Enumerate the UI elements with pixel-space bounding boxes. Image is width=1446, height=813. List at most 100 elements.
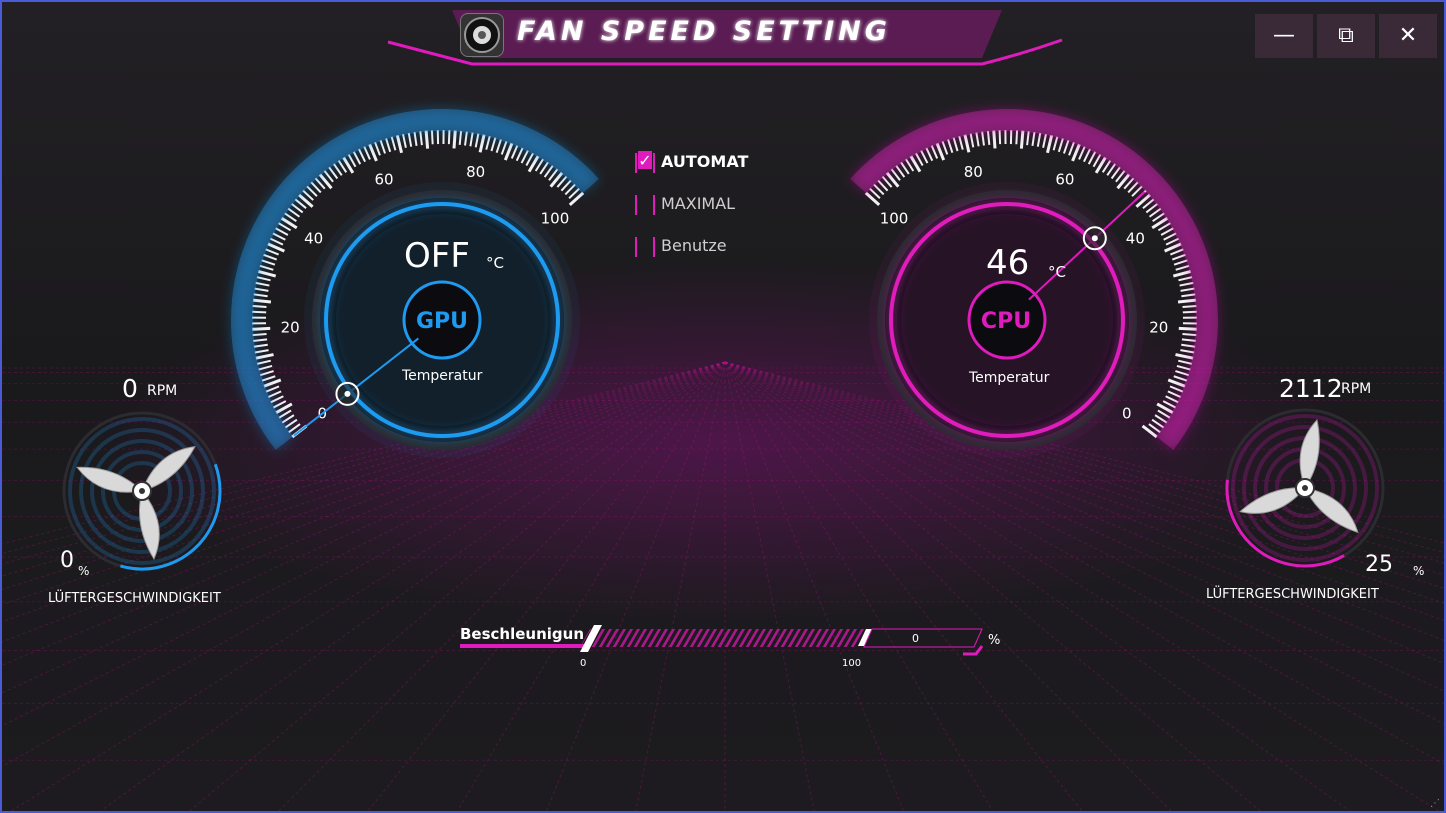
gpu-tick: [478, 134, 486, 153]
gpu-tick: [275, 227, 289, 236]
cpu-tick: [935, 142, 946, 161]
left-fan-rpm-value: 0: [122, 374, 138, 403]
cpu-tick: [1083, 148, 1091, 163]
cpu-tick: [1169, 385, 1184, 393]
cpu-tick: [1019, 130, 1025, 149]
cpu-tick: [1015, 130, 1019, 145]
gpu-tick: [256, 359, 271, 365]
resize-grip-icon[interactable]: ⋰: [1430, 798, 1442, 810]
gpu-tick: [490, 137, 497, 152]
cpu-caption: Temperatur: [969, 370, 1050, 386]
acceleration-value[interactable]: 0: [912, 632, 919, 645]
cpu-tick: [958, 135, 964, 150]
cpu-tick: [900, 161, 910, 175]
cpu-tick: [1165, 237, 1180, 246]
gpu-tick-label: 20: [281, 318, 300, 336]
gpu-tick-label: 60: [375, 170, 394, 188]
gpu-tick: [500, 140, 508, 155]
gpu-tick: [272, 400, 287, 409]
gpu-tick: [485, 135, 491, 150]
cpu-tick: [1182, 304, 1197, 308]
left-fan-percent-unit: %: [78, 564, 90, 578]
cpu-tick-label: 80: [964, 163, 983, 181]
gpu-tick: [255, 281, 270, 287]
acceleration-min: 0: [580, 658, 587, 669]
gpu-tick: [469, 132, 474, 147]
gpu-tick: [254, 287, 269, 292]
cpu-tick-label: 20: [1149, 318, 1168, 336]
gpu-tick: [352, 151, 362, 165]
cpu-tick: [981, 131, 985, 146]
cpu-tick: [1160, 227, 1174, 236]
gpu-tick: [252, 326, 271, 331]
gpu-tick-label: 40: [304, 230, 323, 248]
right-fan-caption: LÜFTERGESCHWINDIGKEIT: [1206, 587, 1379, 602]
cpu-tick: [1167, 390, 1182, 398]
cpu-tick: [1176, 364, 1191, 371]
checkbox-icon[interactable]: [635, 236, 655, 257]
cpu-tick: [1042, 133, 1047, 148]
cpu-tick: [1180, 287, 1195, 292]
right-fan-rpm-value: 2112: [1279, 374, 1343, 403]
cpu-tick: [1180, 349, 1195, 354]
left-fan-rpm-unit: RPM: [147, 383, 178, 399]
cpu-tick: [1162, 400, 1177, 409]
cpu-tick: [1078, 146, 1086, 160]
gpu-tick: [259, 370, 274, 377]
gpu-tick: [272, 232, 286, 241]
cpu-tick: [1182, 332, 1197, 337]
cpu-tick: [1167, 378, 1186, 388]
gpu-tick: [395, 134, 404, 154]
checkbox-checked-icon[interactable]: [635, 150, 655, 173]
gpu-tick: [252, 304, 267, 308]
gpu-tick: [261, 375, 276, 382]
gpu-tick: [413, 131, 418, 146]
gpu-temp-unit: °C: [486, 254, 504, 272]
gpu-tick: [265, 248, 280, 256]
cpu-tick: [1181, 338, 1196, 342]
gpu-temp-value: OFF: [404, 236, 470, 276]
gpu-tick: [253, 338, 268, 342]
cpu-temp-unit: °C: [1048, 263, 1066, 281]
gpu-tick: [252, 332, 267, 337]
mode-user-option[interactable]: Benutze: [635, 236, 727, 257]
cpu-tick-label: 60: [1055, 170, 1074, 188]
gpu-tick: [385, 138, 392, 153]
gpu-tick: [252, 298, 272, 304]
cpu-tick: [975, 132, 980, 147]
acceleration-slider[interactable]: [458, 624, 988, 658]
mode-maximal-option[interactable]: MAXIMAL: [635, 194, 735, 215]
cpu-tick: [920, 150, 929, 164]
cpu-tick: [1154, 414, 1168, 424]
cpu-tick: [1178, 326, 1197, 331]
gpu-tick: [515, 147, 524, 162]
gpu-caption: Temperatur: [402, 368, 483, 384]
left-fan-caption: LÜFTERGESCHWINDIGKEIT: [48, 591, 221, 606]
gpu-tick-label: 100: [541, 209, 570, 227]
cpu-tick: [1169, 248, 1184, 256]
cpu-tick: [1087, 151, 1097, 165]
gpu-tick-label: 80: [466, 163, 485, 181]
gpu-tick: [510, 145, 519, 159]
gpu-tick: [261, 259, 276, 266]
cpu-tick: [1031, 131, 1036, 146]
cpu-tick: [1173, 259, 1188, 266]
gpu-tick: [255, 353, 274, 360]
gpu-tick: [263, 378, 282, 388]
cpu-tick: [930, 145, 939, 159]
gpu-tick: [267, 390, 282, 398]
gpu-tick: [379, 139, 386, 154]
gpu-gauge-body: 020406080100: [231, 109, 599, 458]
mode-label: Benutze: [661, 236, 727, 255]
left-fan-percent-value: 0: [60, 548, 74, 573]
gpu-tick: [252, 310, 267, 314]
gpu-tick: [458, 130, 463, 145]
cpu-tick: [1026, 131, 1030, 146]
gpu-tick: [464, 131, 468, 146]
gpu-tick: [402, 133, 407, 148]
gpu-tick: [452, 130, 457, 149]
mode-automatic-option[interactable]: AUTOMAT: [635, 150, 748, 173]
cpu-tick: [1173, 375, 1188, 382]
checkbox-icon[interactable]: [635, 194, 655, 215]
cpu-tick: [1068, 141, 1075, 156]
